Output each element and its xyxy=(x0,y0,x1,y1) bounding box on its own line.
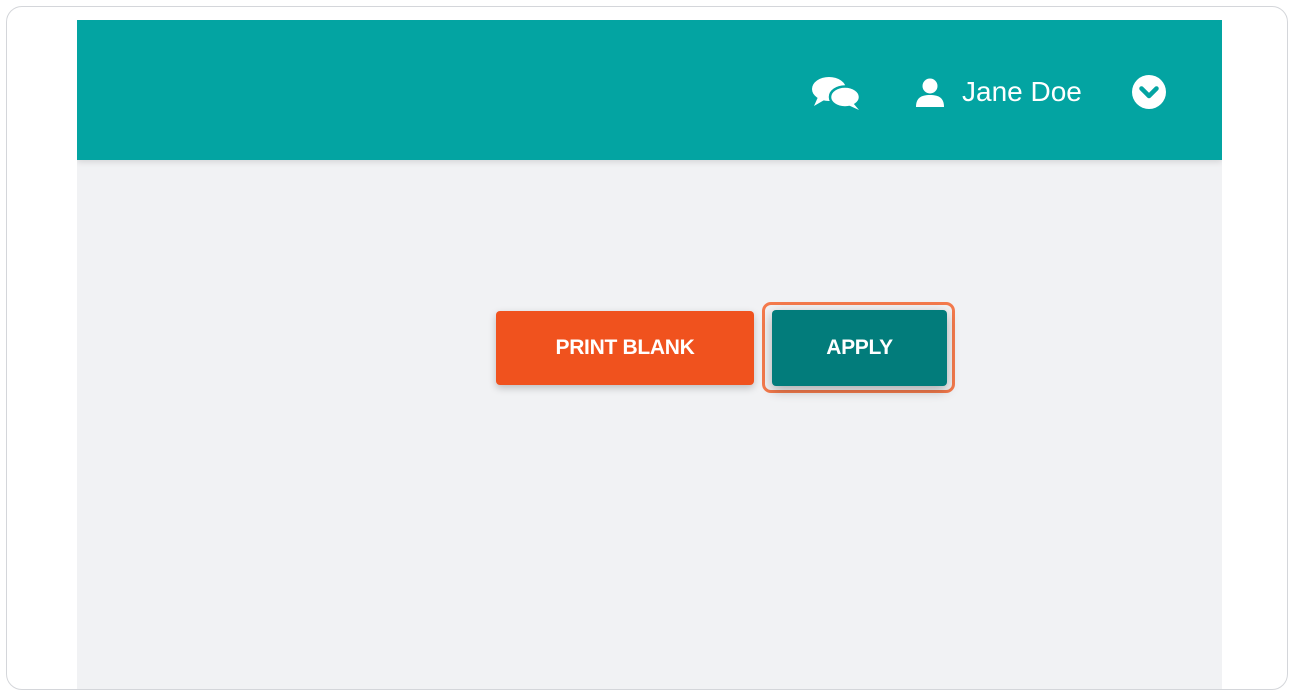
chevron-down-circle-icon[interactable] xyxy=(1132,75,1166,109)
print-blank-button[interactable]: PRINT BLANK xyxy=(496,311,754,385)
screenshot-frame: Jane Doe PRINT BLANK APPLY xyxy=(6,6,1288,690)
user-name[interactable]: Jane Doe xyxy=(962,73,1082,111)
chat-bubbles-icon[interactable] xyxy=(810,75,864,111)
user-icon xyxy=(916,78,944,107)
apply-button[interactable]: APPLY xyxy=(772,310,947,386)
app-window: Jane Doe PRINT BLANK APPLY xyxy=(77,20,1222,689)
top-header-bar: Jane Doe xyxy=(77,20,1222,160)
